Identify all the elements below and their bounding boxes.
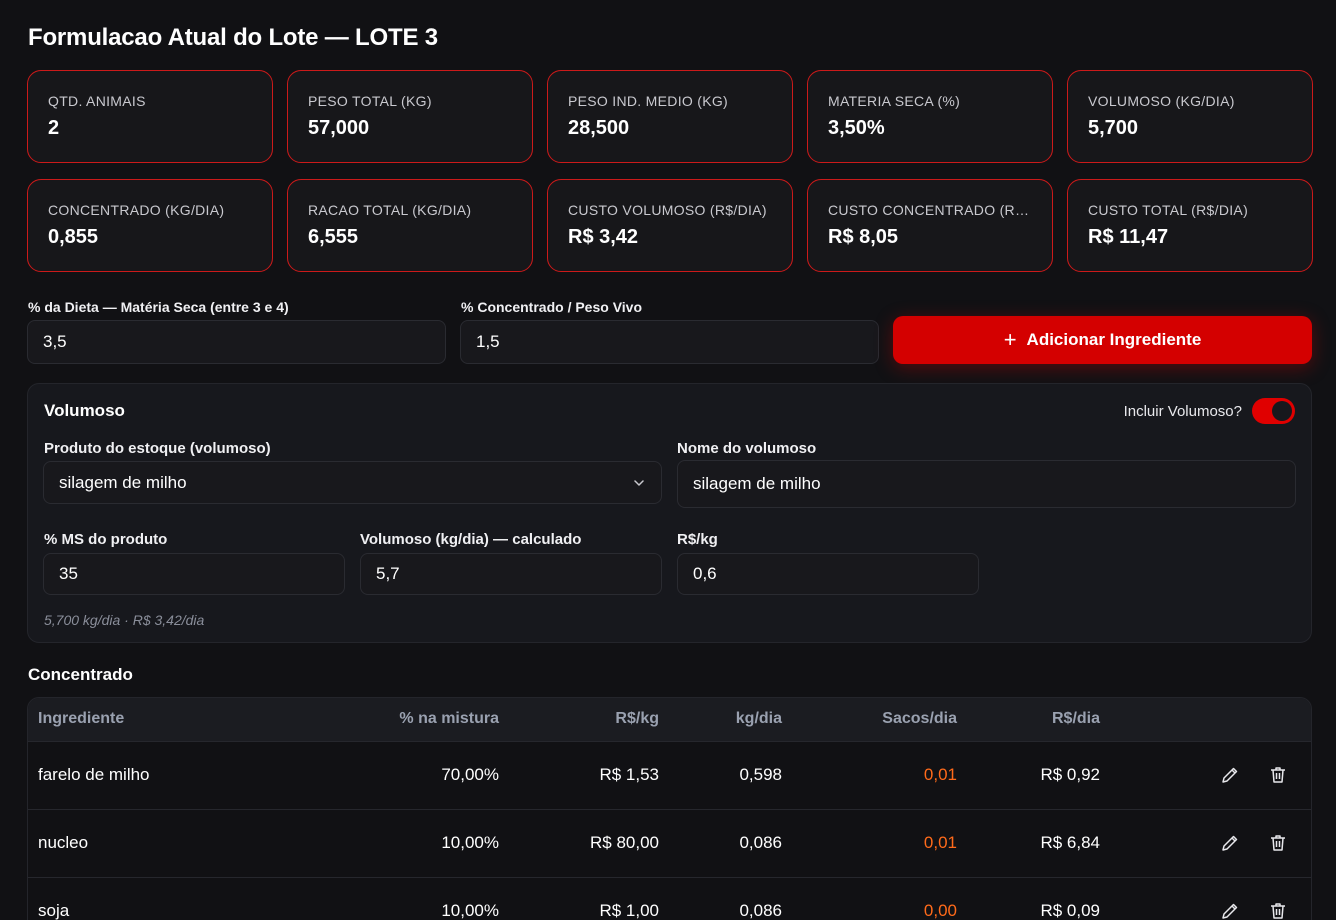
stat-label: RACAO TOTAL (KG/DIA) <box>308 202 472 218</box>
plus-icon: + <box>1003 327 1017 352</box>
stat-label: CUSTO VOLUMOSO (R$/DIA) <box>568 202 767 218</box>
pencil-icon[interactable] <box>1219 764 1241 786</box>
header-ingrediente[interactable]: Ingrediente <box>38 710 124 728</box>
volumoso-panel: Volumoso Incluir Volumoso? Produto do es… <box>27 383 1312 643</box>
toggle-knob <box>1272 401 1292 421</box>
cell-kgdia: 0,598 <box>739 765 782 784</box>
add-ingredient-button[interactable]: + Adicionar Ingrediente <box>893 316 1312 364</box>
chevron-down-icon <box>634 479 644 486</box>
concentrado-title: Concentrado <box>28 665 133 684</box>
page-title: Formulacao Atual do Lote — LOTE 3 <box>28 24 438 51</box>
stat-card-volumoso: VOLUMOSO (KG/DIA) 5,700 <box>1067 70 1313 163</box>
price-label: R$/kg <box>677 531 718 548</box>
stat-label: CONCENTRADO (KG/DIA) <box>48 202 225 218</box>
trash-icon[interactable] <box>1267 832 1289 854</box>
include-volumoso-toggle[interactable] <box>1252 398 1295 424</box>
ms-produto-label: % MS do produto <box>44 531 168 548</box>
cell-sacos: 0,01 <box>923 833 957 852</box>
ms-produto-input[interactable]: 35 <box>43 553 345 595</box>
trash-icon[interactable] <box>1267 764 1289 786</box>
cell-ingrediente: farelo de milho <box>38 765 150 784</box>
stat-value: 3,50% <box>828 117 885 139</box>
stat-card-custo-volumoso: CUSTO VOLUMOSO (R$/DIA) R$ 3,42 <box>547 179 793 272</box>
volumoso-name-label: Nome do volumoso <box>677 440 817 457</box>
cell-rsdia: R$ 0,92 <box>1040 765 1100 784</box>
cell-ingrediente: nucleo <box>38 833 89 852</box>
pencil-icon[interactable] <box>1219 832 1241 854</box>
concentrado-peso-input[interactable]: 1,5 <box>460 320 879 364</box>
volumoso-kg-label: Volumoso (kg/dia) — calculado <box>360 531 582 548</box>
stat-card-custo-total: CUSTO TOTAL (R$/DIA) R$ 11,47 <box>1067 179 1313 272</box>
trash-icon[interactable] <box>1267 900 1289 920</box>
cell-mistura: 10,00% <box>441 901 499 920</box>
header-mistura[interactable]: % na mistura <box>399 710 499 728</box>
cell-sacos: 0,00 <box>923 901 957 920</box>
stats-row-1: QTD. ANIMAIS 2 PESO TOTAL (KG) 57,000 PE… <box>27 70 1313 163</box>
stat-card-peso-medio: PESO IND. MEDIO (KG) 28,500 <box>547 70 793 163</box>
cell-mistura: 70,00% <box>441 765 499 784</box>
table-row: farelo de milho 70,00% R$ 1,53 0,598 0,0… <box>28 742 1311 810</box>
cell-kgdia: 0,086 <box>739 901 782 920</box>
stat-card-racao-total: RACAO TOTAL (KG/DIA) 6,555 <box>287 179 533 272</box>
stat-card-concentrado: CONCENTRADO (KG/DIA) 0,855 <box>27 179 273 272</box>
volumoso-kg-input[interactable]: 5,7 <box>360 553 662 595</box>
stat-label: QTD. ANIMAIS <box>48 93 146 109</box>
stat-label: PESO TOTAL (KG) <box>308 93 432 109</box>
table-row: nucleo 10,00% R$ 80,00 0,086 0,01 R$ 6,8… <box>28 810 1311 878</box>
stat-card-materia-seca: MATERIA SECA (%) 3,50% <box>807 70 1053 163</box>
stat-value: 57,000 <box>308 117 370 139</box>
include-volumoso-label: Incluir Volumoso? <box>1123 402 1242 420</box>
stat-card-peso-total: PESO TOTAL (KG) 57,000 <box>287 70 533 163</box>
header-rskg[interactable]: R$/kg <box>615 710 659 728</box>
add-ingredient-label: Adicionar Ingrediente <box>1026 330 1202 349</box>
stat-label: MATERIA SECA (%) <box>828 93 961 109</box>
cell-rskg: R$ 1,53 <box>599 765 659 784</box>
cell-rskg: R$ 1,00 <box>599 901 659 920</box>
product-select[interactable]: silagem de milho <box>43 461 662 504</box>
product-select-value: silagem de milho <box>59 472 187 492</box>
cell-rsdia: R$ 6,84 <box>1040 833 1100 852</box>
stat-value: 6,555 <box>308 226 359 248</box>
concentrado-table: Ingrediente % na mistura R$/kg kg/dia Sa… <box>27 697 1312 920</box>
stat-value: R$ 11,47 <box>1088 226 1169 248</box>
stat-card-qtd-animais: QTD. ANIMAIS 2 <box>27 70 273 163</box>
stat-value: 2 <box>48 117 60 139</box>
stat-label: VOLUMOSO (KG/DIA) <box>1088 93 1235 109</box>
volumoso-title: Volumoso <box>44 401 125 420</box>
table-header: Ingrediente % na mistura R$/kg kg/dia Sa… <box>28 698 1311 742</box>
pencil-icon[interactable] <box>1219 900 1241 920</box>
stat-value: R$ 8,05 <box>828 226 899 248</box>
cell-rskg: R$ 80,00 <box>590 833 659 852</box>
stat-value: R$ 3,42 <box>568 226 639 248</box>
ms-diet-input[interactable]: 3,5 <box>27 320 446 364</box>
concentrado-peso-label: % Concentrado / Peso Vivo <box>461 299 643 315</box>
stat-label: PESO IND. MEDIO (KG) <box>568 93 729 109</box>
stat-card-custo-concentrado: CUSTO CONCENTRADO (R$/... R$ 8,05 <box>807 179 1053 272</box>
include-volumoso-control: Incluir Volumoso? <box>1124 398 1295 424</box>
stat-value: 0,855 <box>48 226 99 248</box>
stat-label: CUSTO CONCENTRADO (R$/... <box>828 202 1032 218</box>
cell-mistura: 10,00% <box>441 833 499 852</box>
cell-kgdia: 0,086 <box>739 833 782 852</box>
stat-value: 28,500 <box>568 117 630 139</box>
cell-ingrediente: soja <box>38 901 70 920</box>
header-rsdia[interactable]: R$/dia <box>1052 710 1100 728</box>
page: Formulacao Atual do Lote — LOTE 3 QTD. A… <box>0 0 1336 920</box>
table-row: soja 10,00% R$ 1,00 0,086 0,00 R$ 0,09 <box>28 878 1311 920</box>
price-input[interactable]: 0,6 <box>677 553 979 595</box>
volumoso-summary: 5,700 kg/dia · R$ 3,42/dia <box>44 612 205 628</box>
cell-rsdia: R$ 0,09 <box>1040 901 1100 920</box>
stat-value: 5,700 <box>1088 117 1139 139</box>
header-kgdia[interactable]: kg/dia <box>736 710 782 728</box>
cell-sacos: 0,01 <box>923 765 957 784</box>
header-sacos[interactable]: Sacos/dia <box>882 710 957 728</box>
stat-label: CUSTO TOTAL (R$/DIA) <box>1088 202 1249 218</box>
volumoso-name-input[interactable]: silagem de milho <box>677 460 1296 508</box>
product-label: Produto do estoque (volumoso) <box>44 440 271 457</box>
ms-diet-label: % da Dieta — Matéria Seca (entre 3 e 4) <box>28 299 289 315</box>
stats-row-2: CONCENTRADO (KG/DIA) 0,855 RACAO TOTAL (… <box>27 179 1313 272</box>
